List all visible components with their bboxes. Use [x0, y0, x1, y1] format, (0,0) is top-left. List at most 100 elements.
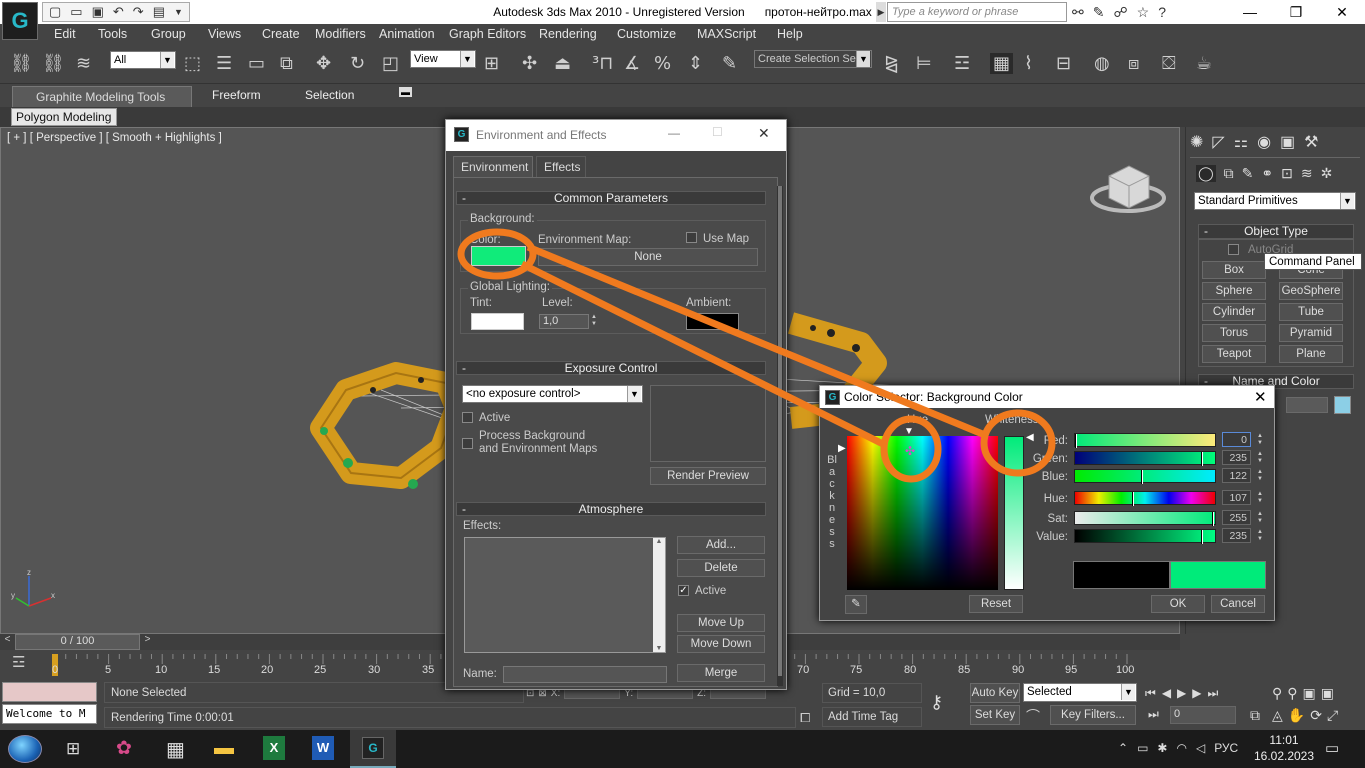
next-frame-icon[interactable]: ▶ [1192, 686, 1201, 700]
zoom-all-icon[interactable]: ⚲ [1287, 685, 1297, 702]
slider-thumb[interactable] [1075, 434, 1077, 448]
process-bg-checkbox[interactable] [462, 438, 473, 449]
env-dialog-titlebar[interactable]: G Environment and Effects — ☐ ✕ [446, 120, 786, 151]
slider-thumb[interactable] [1201, 452, 1203, 466]
snaps-toggle-icon[interactable]: ³⊓ [592, 53, 613, 74]
geometry-icon[interactable]: ◯ [1196, 164, 1216, 182]
select-manipulate-icon[interactable]: ✣ [522, 53, 537, 74]
angle-snap-icon[interactable]: ∡ [624, 53, 640, 74]
common-parameters-rollout[interactable]: - Common Parameters [456, 191, 766, 205]
pivot-center-icon[interactable]: ⊞ [484, 53, 499, 74]
time-tag-icon[interactable]: ⧠ [800, 710, 810, 726]
box-button[interactable]: Box [1202, 261, 1266, 279]
object-type-rollout[interactable]: - Object Type [1198, 224, 1354, 239]
goto-end-icon[interactable]: ⏭ [1208, 686, 1219, 701]
project-folder-icon[interactable]: ▤ [153, 4, 165, 20]
help-icon[interactable]: ? [1158, 4, 1166, 20]
redo-icon[interactable]: ↷ [133, 4, 144, 20]
tube-button[interactable]: Tube [1279, 303, 1343, 321]
systems-icon[interactable]: ✲ [1321, 165, 1333, 182]
menu-graph-editors[interactable]: Graph Editors [449, 27, 526, 41]
app-menu-button[interactable]: G [2, 2, 38, 40]
slider-thumb[interactable] [1141, 470, 1143, 484]
menu-tools[interactable]: Tools [98, 27, 127, 41]
spinner-arrows-icon[interactable]: ▲ ▼ [1257, 433, 1265, 447]
zoom-icon[interactable]: ⚲ [1272, 685, 1282, 702]
hue-slider[interactable] [1074, 491, 1216, 506]
curve-editor-icon[interactable]: ⌇ [1024, 53, 1033, 74]
bind-spacewarp-icon[interactable]: ≋ [76, 53, 91, 74]
merge-button[interactable]: Merge [677, 664, 765, 682]
new-file-icon[interactable]: ▢ [49, 4, 61, 20]
key-selection-dropdown[interactable]: Selected ▼ [1023, 683, 1137, 702]
cameras-icon[interactable]: ⚭ [1261, 165, 1273, 182]
display-tab-icon[interactable]: ▣ [1280, 132, 1295, 152]
object-color-swatch[interactable] [1334, 396, 1351, 414]
spinner-arrows-icon[interactable]: ▲ ▼ [1257, 451, 1265, 465]
render-preview-button[interactable]: Render Preview [650, 467, 766, 485]
graphite-toggle-icon[interactable]: ▦ [990, 53, 1014, 74]
minimize-icon[interactable]: — [1227, 4, 1273, 20]
help-search-input[interactable]: Type a keyword or phrase [887, 2, 1067, 22]
qat-dropdown-icon[interactable]: ▼ [174, 7, 183, 17]
ambient-color-swatch[interactable] [686, 313, 739, 330]
window-crossing-icon[interactable]: ⧉ [280, 53, 293, 74]
key-icon[interactable]: ⚷ [930, 692, 943, 713]
hierarchy-tab-icon[interactable]: ⚏ [1234, 132, 1248, 152]
rect-selection-icon[interactable]: ▭ [248, 53, 265, 74]
spinner-arrows-icon[interactable]: ▲ ▼ [1257, 511, 1265, 525]
polygon-modeling-panel[interactable]: Polygon Modeling [11, 108, 117, 126]
wifi-icon[interactable]: ◠ [1176, 741, 1186, 755]
spinner-arrows-icon[interactable]: ▲ ▼ [1257, 491, 1265, 505]
task-view-icon[interactable]: ⊞ [66, 739, 80, 759]
schematic-view-icon[interactable]: ⊟ [1056, 53, 1071, 74]
value-slider[interactable] [1074, 529, 1216, 544]
binoculars-icon[interactable]: ⚯ [1072, 4, 1084, 21]
close-icon[interactable]: ✕ [1254, 388, 1267, 406]
slider-thumb[interactable] [1132, 492, 1134, 506]
effects-list-scrollbar[interactable]: ▲ ▼ [653, 538, 665, 652]
file-explorer-icon[interactable]: ▬ [214, 737, 234, 760]
tab-effects[interactable]: Effects [536, 156, 586, 177]
value-value-field[interactable]: 235 [1222, 528, 1251, 543]
layer-manager-icon[interactable]: ☲ [954, 53, 970, 74]
select-link-icon[interactable]: ⛓ [10, 53, 33, 74]
excel-icon[interactable]: X [263, 736, 285, 760]
menu-group[interactable]: Group [151, 27, 186, 41]
shapes-icon[interactable]: ⧉ [1224, 165, 1234, 182]
menu-rendering[interactable]: Rendering [539, 27, 597, 41]
background-color-swatch[interactable] [471, 246, 526, 266]
minimize-icon[interactable]: — [668, 126, 680, 140]
pyramid-button[interactable]: Pyramid [1279, 324, 1343, 342]
lights-icon[interactable]: ✎ [1242, 165, 1254, 182]
pan-icon[interactable]: ✋ [1288, 707, 1305, 724]
clock-time[interactable]: 11:01 [1262, 733, 1306, 747]
field-of-view-icon[interactable]: ◬ [1272, 707, 1283, 724]
menu-create[interactable]: Create [262, 27, 300, 41]
maximize-viewport-icon[interactable]: ⤢ [1327, 707, 1338, 724]
menu-customize[interactable]: Customize [617, 27, 676, 41]
unlink-icon[interactable]: ⛓ [42, 53, 65, 74]
red-value-field[interactable]: 0 [1222, 432, 1251, 447]
delete-effect-button[interactable]: Delete [677, 559, 765, 577]
render-teapot-icon[interactable]: ☕ [1196, 53, 1212, 74]
use-map-checkbox[interactable] [686, 232, 697, 243]
environment-map-button[interactable]: None [538, 248, 758, 266]
zoom-extents-all-icon[interactable]: ▣ [1321, 685, 1334, 702]
helpers-icon[interactable]: ⊡ [1281, 165, 1293, 182]
ribbon-options-icon[interactable]: ▬ [399, 87, 412, 97]
move-icon[interactable]: ✥ [316, 53, 331, 74]
close-icon[interactable]: ✕ [1319, 4, 1365, 21]
effects-list[interactable]: ▲ ▼ [464, 537, 666, 653]
sat-value-field[interactable]: 255 [1222, 510, 1251, 525]
slider-thumb[interactable] [1201, 530, 1203, 544]
sphere-button[interactable]: Sphere [1202, 282, 1266, 300]
prev-frame-icon[interactable]: ◀ [1162, 686, 1171, 700]
select-by-name-icon[interactable]: ☰ [216, 53, 232, 74]
word-icon[interactable]: W [312, 736, 334, 760]
tint-color-swatch[interactable] [471, 313, 524, 330]
named-selection-set-dropdown[interactable]: Create Selection Se ▼ [754, 50, 872, 68]
menu-maxscript[interactable]: MAXScript [697, 27, 756, 41]
add-time-tag-button[interactable]: Add Time Tag [822, 707, 922, 727]
battery-icon[interactable]: ▭ [1137, 741, 1148, 755]
